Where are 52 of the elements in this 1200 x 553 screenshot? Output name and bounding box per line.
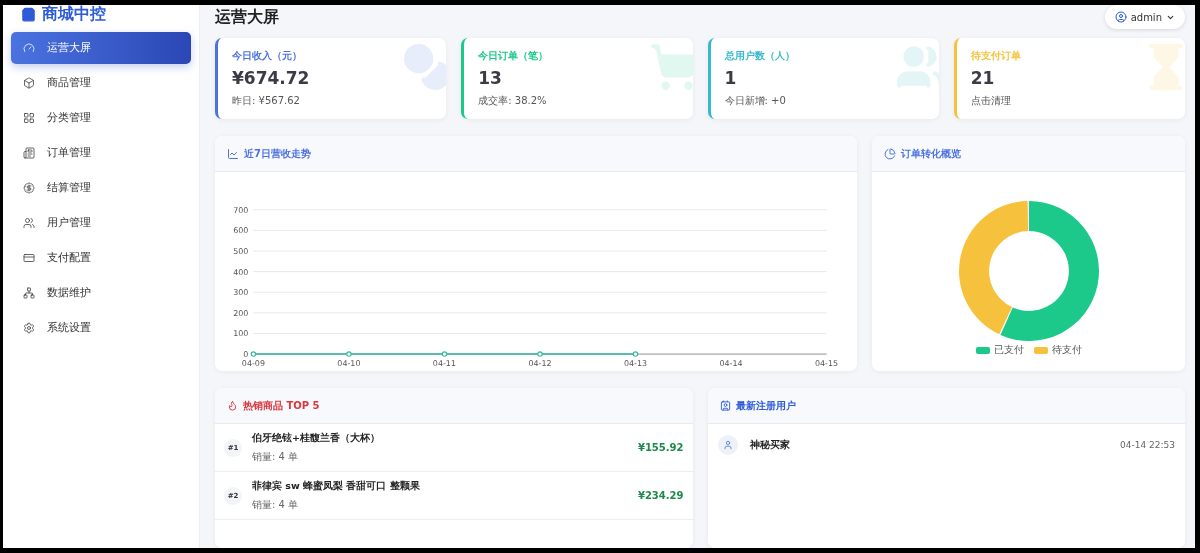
panel-title: 近7日营收走势 <box>227 146 311 161</box>
sidebar-item-label: 商品管理 <box>47 76 91 90</box>
axis-tick-label: 04-13 <box>623 359 648 369</box>
user-name: 神秘买家 <box>749 438 791 452</box>
stat-subtext: 成交率: 38.2% <box>478 94 547 108</box>
stat-value: 1 <box>724 68 737 88</box>
product-sales: 销量: 4 单 <box>252 497 300 512</box>
axis-tick-label: 0 <box>243 350 249 360</box>
axis-tick-label: 04-14 <box>719 359 743 369</box>
axis-tick-label: 100 <box>233 329 249 339</box>
stat-subtext: 点击清理 <box>970 94 1011 108</box>
product-name: 菲律宾 sw 蜂蜜凤梨 香甜可口 整颗果 <box>252 479 421 493</box>
axis-tick-label: 04-12 <box>528 359 552 369</box>
stat-subtext: 今日新增: +0 <box>724 94 786 108</box>
axis-tick-label: 600 <box>233 226 249 236</box>
stat-value: ¥674.72 <box>232 68 310 88</box>
product-amount: ¥234.29 <box>637 490 684 501</box>
sidebar-item-label: 运营大屏 <box>47 41 91 55</box>
axis-tick-label: 04-10 <box>337 359 361 369</box>
stat-value: 13 <box>478 68 502 88</box>
legend-item: 已支付 <box>975 343 1024 357</box>
stat-label: 今日订单（笔） <box>478 49 549 63</box>
axis-tick-label: 04-11 <box>432 359 456 369</box>
sidebar-item-label: 订单管理 <box>47 146 91 160</box>
axis-tick-label: 200 <box>233 308 249 318</box>
stat-label: 待支付订单 <box>970 49 1021 63</box>
axis-tick-label: 04-15 <box>814 359 839 369</box>
sidebar-item-label: 分类管理 <box>47 111 91 125</box>
sidebar-item-label: 用户管理 <box>47 216 91 230</box>
stat-label: 今日收入（元） <box>232 49 302 63</box>
axis-tick-label: 700 <box>233 205 249 215</box>
sidebar-item-label: 数据维护 <box>47 286 91 300</box>
axis-tick-label: 300 <box>233 288 249 298</box>
brand-title: 商城中控 <box>42 5 106 25</box>
axis-tick-label: 500 <box>233 247 249 256</box>
sidebar-item-label: 结算管理 <box>47 181 91 195</box>
stat-label: 总用户数（人） <box>724 49 795 63</box>
page-title: 运营大屏 <box>215 7 279 28</box>
product-sales: 销量: 4 单 <box>252 449 300 464</box>
panel-title: 订单转化概览 <box>884 146 961 161</box>
axis-tick-label: 400 <box>233 267 249 277</box>
legend-item: 待支付 <box>1033 343 1082 357</box>
sidebar-item-label: 支付配置 <box>47 251 91 265</box>
product-amount: ¥155.92 <box>637 442 684 453</box>
stat-subtext: 昨日: ¥567.62 <box>232 94 300 108</box>
stat-value: 21 <box>970 68 995 88</box>
sidebar-item-label: 系统设置 <box>47 321 91 335</box>
axis-tick-label: 04-09 <box>241 359 265 369</box>
panel-title: 热销商品 TOP 5 <box>227 398 320 413</box>
panel-title: 最新注册用户 <box>719 398 796 413</box>
product-name: 伯牙绝铉+桂馥兰香（大杯） <box>252 431 381 445</box>
register-time: 04-14 22:53 <box>1120 440 1175 450</box>
